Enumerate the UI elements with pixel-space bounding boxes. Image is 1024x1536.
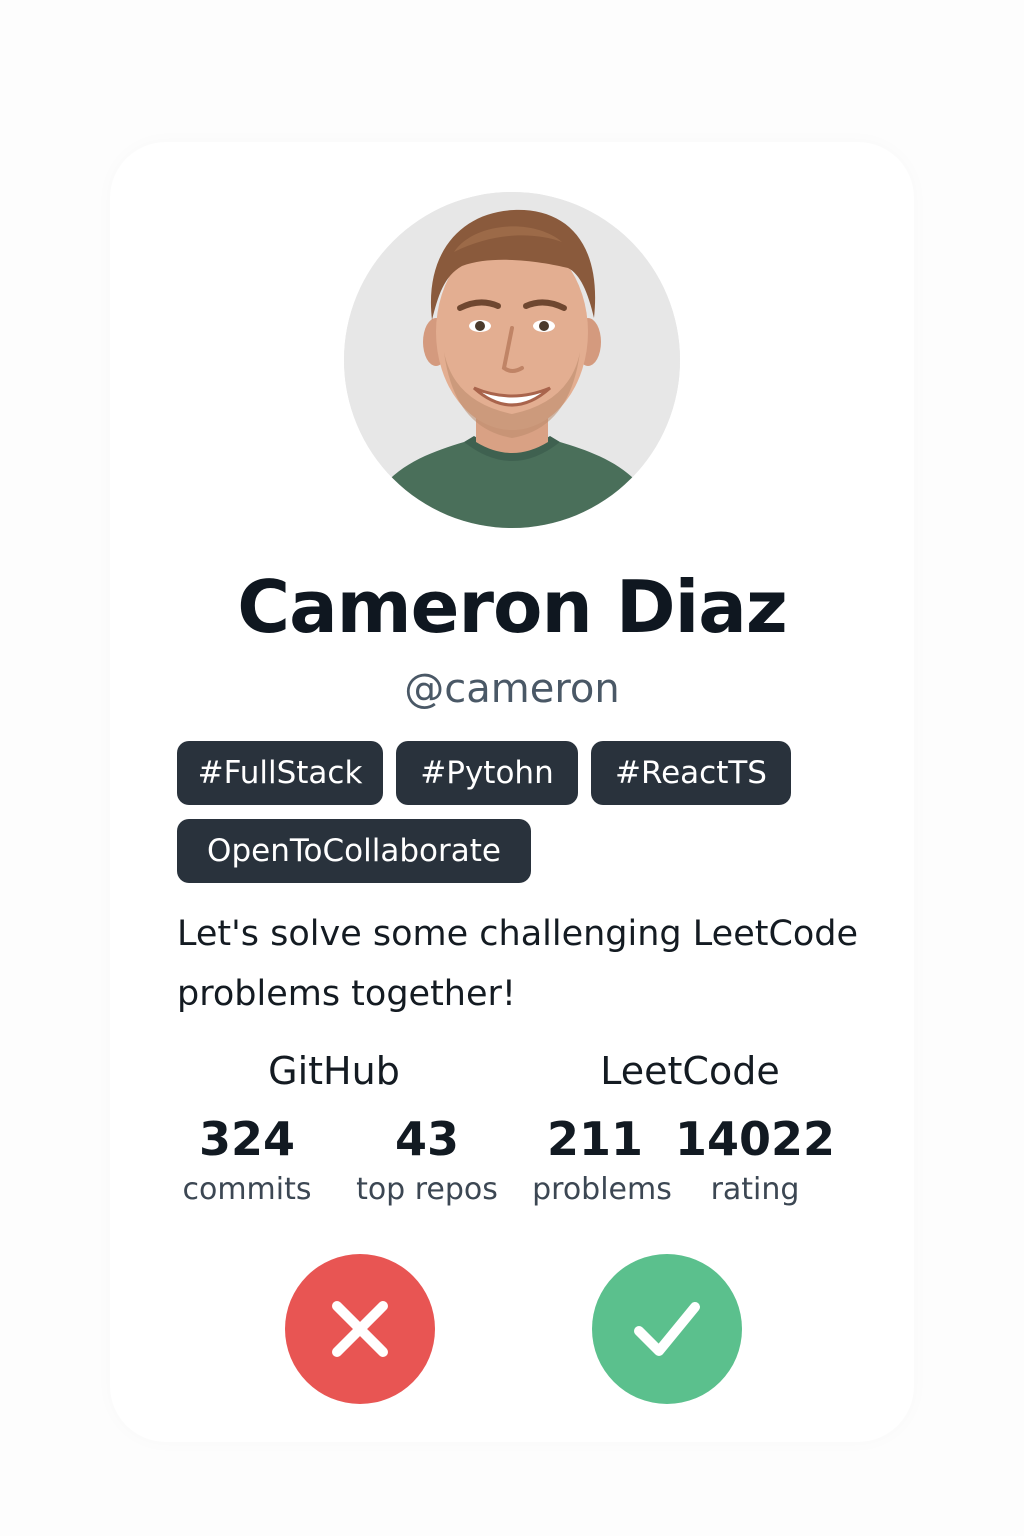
tag-python[interactable]: #Pytohn (396, 741, 578, 805)
leetcode-section-title: LeetCode (600, 1049, 780, 1093)
reject-button[interactable] (285, 1254, 435, 1404)
tag-fullstack[interactable]: #FullStack (177, 741, 383, 805)
profile-handle: @cameron (404, 666, 620, 712)
github-section-title: GitHub (268, 1049, 400, 1093)
tag-reactts[interactable]: #ReactTS (591, 741, 791, 805)
avatar-photo (344, 192, 680, 528)
github-repos-label: top repos (356, 1172, 498, 1207)
github-repos-value: 43 (394, 1112, 459, 1166)
github-commits-value: 324 (198, 1112, 296, 1166)
close-icon (332, 1301, 388, 1357)
accept-button[interactable] (592, 1254, 742, 1404)
leetcode-rating-value: 14022 (674, 1112, 836, 1166)
avatar (344, 192, 680, 528)
github-commits-label: commits (182, 1172, 312, 1207)
leetcode-rating-label: rating (710, 1172, 800, 1207)
leetcode-problems-label: problems (532, 1172, 672, 1207)
profile-bio: Let's solve some challenging LeetCode pr… (177, 914, 859, 1014)
profile-name: Cameron Diaz (237, 565, 788, 649)
tag-open-to-collaborate[interactable]: OpenToCollaborate (177, 819, 531, 883)
check-icon (634, 1302, 700, 1356)
leetcode-problems-value: 211 (546, 1112, 644, 1166)
